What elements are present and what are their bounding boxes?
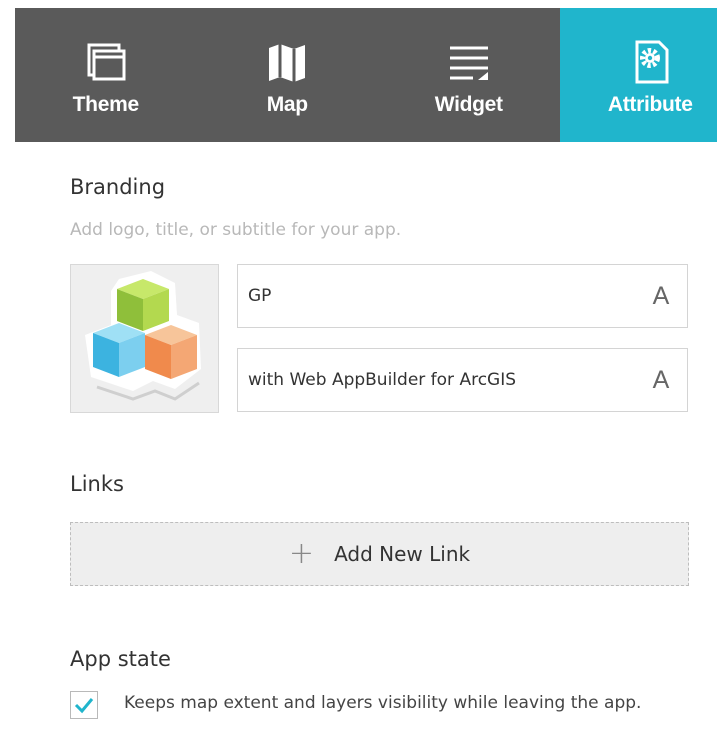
branding-hint: Add logo, title, or subtitle for your ap…: [70, 220, 402, 240]
add-new-link-button[interactable]: + Add New Link: [70, 522, 689, 586]
map-icon: [269, 44, 306, 82]
app-state-heading: App state: [70, 647, 171, 671]
tab-attribute[interactable]: Attribute: [559, 8, 717, 142]
links-heading: Links: [70, 472, 124, 496]
branding-heading: Branding: [70, 175, 166, 199]
theme-icon: [87, 43, 126, 81]
app-title-field[interactable]: GP A: [237, 264, 688, 328]
app-subtitle-value: with Web AppBuilder for ArcGIS: [248, 370, 517, 390]
keep-app-state-checkbox[interactable]: [70, 691, 98, 719]
app-subtitle-field[interactable]: with Web AppBuilder for ArcGIS A: [237, 348, 688, 412]
title-font-style-icon[interactable]: A: [635, 282, 687, 311]
plus-icon: +: [288, 536, 315, 571]
widget-icon: [449, 46, 488, 80]
tab-widget[interactable]: Widget: [378, 8, 560, 142]
tab-widget-label: Widget: [434, 93, 503, 116]
tab-theme-label: Theme: [72, 93, 139, 116]
app-logo-picker[interactable]: [70, 264, 219, 413]
tab-attribute-label: Attribute: [607, 93, 693, 116]
keep-app-state-label: Keeps map extent and layers visibility w…: [124, 693, 642, 713]
subtitle-font-style-icon[interactable]: A: [635, 366, 687, 395]
app-logo-cubes-icon: [85, 271, 201, 401]
checkmark-icon: [74, 698, 94, 714]
tab-map-label: Map: [266, 93, 308, 116]
tab-theme[interactable]: Theme: [15, 8, 197, 142]
attribute-gear-icon: [635, 40, 669, 84]
tab-map[interactable]: Map: [197, 8, 379, 142]
add-new-link-label: Add New Link: [334, 542, 471, 566]
app-title-value: GP: [248, 286, 272, 306]
tab-bar: Theme Map Widget Attribute: [15, 8, 717, 142]
